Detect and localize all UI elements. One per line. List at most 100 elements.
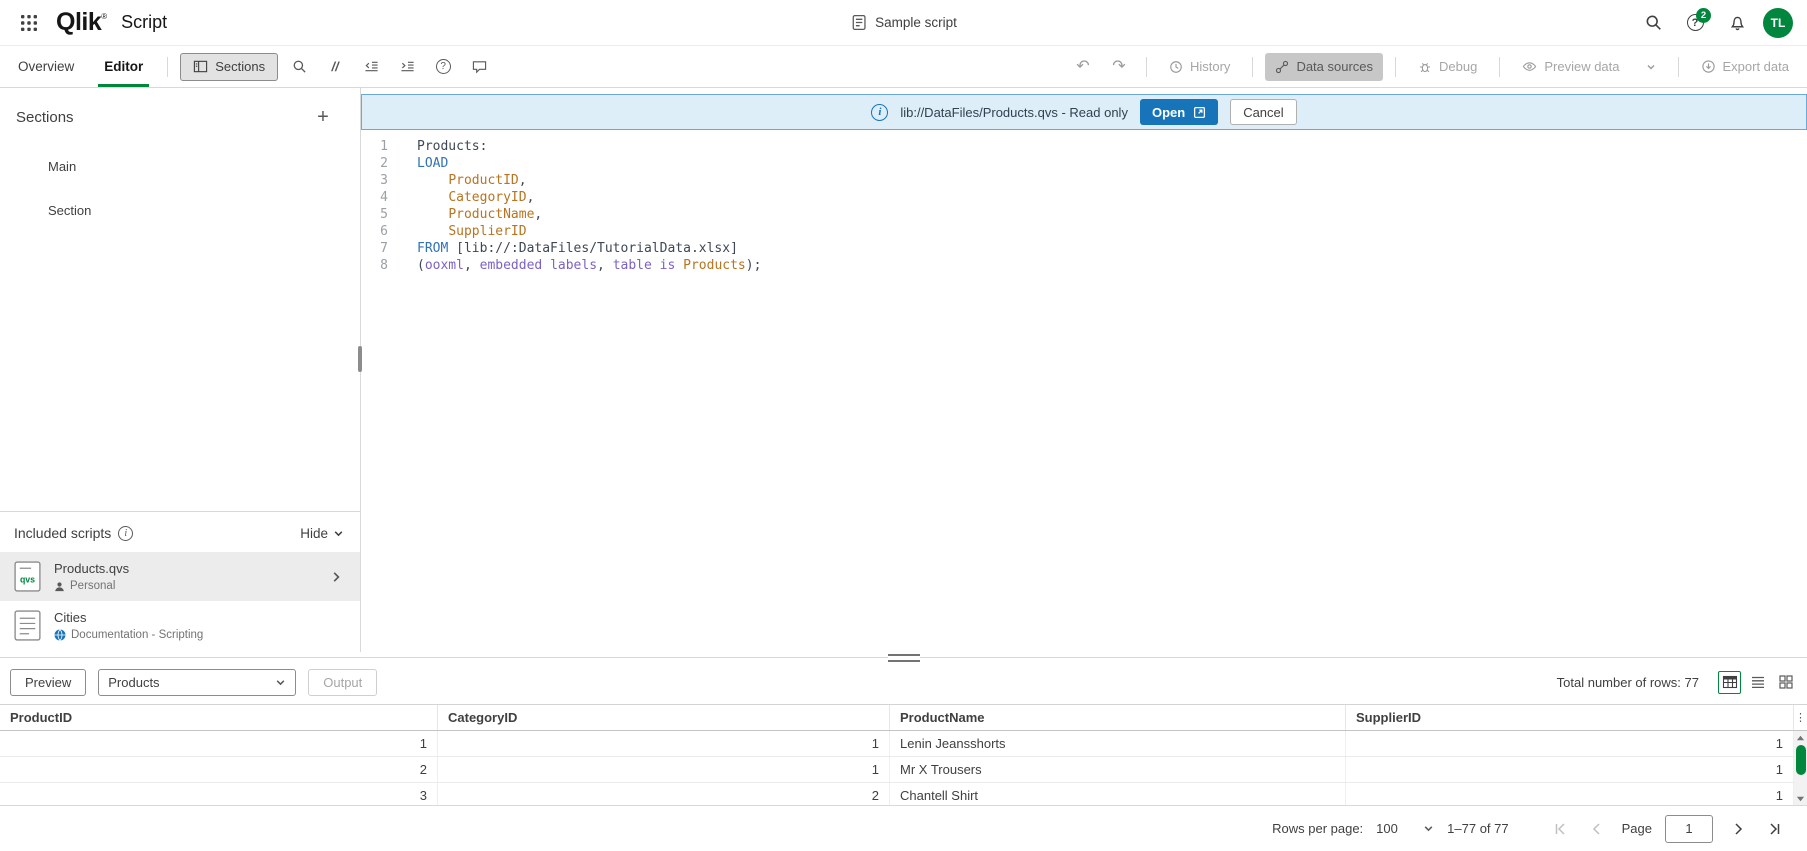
splitter-grip-icon [888,654,920,662]
table-cell: 1 [438,757,890,782]
chevron-left-icon [1590,822,1604,836]
add-section-button[interactable]: + [310,104,336,130]
code-lines: 1Products:2LOAD3 ProductID,4 CategoryID,… [361,138,1807,274]
code-line[interactable]: 6 SupplierID [361,223,1807,240]
syntax-help-button[interactable]: ? [428,53,458,81]
column-header[interactable]: ProductID [0,705,438,730]
scroll-down-button[interactable] [1794,792,1807,805]
table-selector-value: Products [108,675,159,690]
table-view-button[interactable] [1718,671,1741,694]
page-number-input[interactable] [1665,815,1713,843]
grid-view-button[interactable] [1774,671,1797,694]
data-sources-label: Data sources [1296,59,1373,74]
table-scrollbar[interactable] [1794,731,1807,805]
column-header[interactable]: ProductName [890,705,1346,730]
help-button[interactable]: ? 2 [1679,7,1711,39]
column-header[interactable]: SupplierID [1346,705,1794,730]
export-icon [1701,59,1716,74]
section-item-main[interactable]: Main [0,144,360,188]
open-button[interactable]: Open [1140,99,1218,125]
section-item-section[interactable]: Section [0,188,360,232]
table-cell: Mr X Trousers [890,757,1346,782]
undo-icon: ↶ [1076,59,1089,75]
code-line[interactable]: 2LOAD [361,155,1807,172]
outdent-button[interactable] [356,53,386,81]
search-code-button[interactable] [284,53,314,81]
code-text: ProductName, [401,206,542,223]
preview-button[interactable]: Preview [10,669,86,696]
notification-badge: 2 [1696,8,1711,23]
panel-splitter[interactable] [0,652,1807,664]
history-button[interactable]: History [1159,53,1240,81]
preview-panel: Preview Products Output Total number of … [0,664,1807,851]
comment-bubble-button[interactable] [464,53,494,81]
bell-icon [1729,14,1746,31]
undo-button[interactable]: ↶ [1068,53,1098,81]
code-editor[interactable]: 1Products:2LOAD3 ProductID,4 CategoryID,… [361,130,1807,652]
debug-bug-icon [1418,60,1432,74]
user-avatar[interactable]: TL [1763,8,1793,38]
info-icon[interactable]: i [118,526,133,541]
included-script-cities[interactable]: Cities Documentation - Scripting [0,601,360,650]
output-button[interactable]: Output [308,669,377,696]
divider [1252,57,1253,77]
chevron-down-icon [333,528,344,539]
preview-data-menu-button[interactable] [1636,53,1666,81]
table-selector-dropdown[interactable]: Products [98,669,296,696]
table-row[interactable]: 21Mr X Trousers1 [0,757,1794,783]
banner-message: lib://DataFiles/Products.qvs - Read only [900,105,1128,120]
export-data-button[interactable]: Export data [1691,53,1800,81]
included-script-products[interactable]: qvs Products.qvs Personal [0,552,360,601]
code-line[interactable]: 5 ProductName, [361,206,1807,223]
scroll-up-button[interactable] [1794,731,1807,744]
preview-eye-icon [1522,59,1537,74]
column-header[interactable]: CategoryID [438,705,890,730]
open-label: Open [1152,105,1185,120]
redo-button[interactable]: ↷ [1104,53,1134,81]
tab-editor[interactable]: Editor [92,46,155,87]
list-view-button[interactable] [1746,671,1769,694]
line-number: 1 [361,138,401,155]
qlik-script-app: Qlik® Script Sample script ? 2 [0,0,1807,851]
grid-view-icon [1778,674,1794,690]
hide-included-button[interactable]: Hide [300,526,344,541]
data-sources-icon [1275,60,1289,74]
sections-toggle-button[interactable]: Sections [180,53,278,81]
scrollbar-track[interactable] [1794,744,1807,792]
next-page-button[interactable] [1726,817,1750,841]
data-sources-button[interactable]: Data sources [1265,53,1383,81]
preview-table: ProductIDCategoryIDProductNameSupplierID… [0,704,1807,805]
table-row[interactable]: 32Chantell Shirt1 [0,783,1794,805]
code-text: LOAD [401,155,448,172]
history-label: History [1190,59,1230,74]
editor-toolbar: Overview Editor Sections // [0,46,1807,88]
tab-overview[interactable]: Overview [6,46,86,87]
script-file-icon [850,14,867,31]
code-line[interactable]: 4 CategoryID, [361,189,1807,206]
code-line[interactable]: 3 ProductID, [361,172,1807,189]
previous-page-button[interactable] [1585,817,1609,841]
code-line[interactable]: 7FROM [lib://:DataFiles/TutorialData.xls… [361,240,1807,257]
cancel-button[interactable]: Cancel [1230,99,1296,125]
rows-per-page-label: Rows per page: [1272,821,1363,836]
comment-toggle-button[interactable]: // [320,53,350,81]
indent-button[interactable] [392,53,422,81]
document-title-group[interactable]: Sample script [850,14,957,31]
code-line[interactable]: 8(ooxml, embedded labels, table is Produ… [361,257,1807,274]
rows-per-page-dropdown[interactable]: 100 [1376,821,1434,836]
column-menu-icon[interactable]: ⋮ [1794,705,1807,730]
hide-label: Hide [300,526,328,541]
notifications-button[interactable] [1721,7,1753,39]
search-button[interactable] [1637,7,1669,39]
last-page-button[interactable] [1763,817,1787,841]
divider [1499,57,1500,77]
table-row[interactable]: 11Lenin Jeansshorts1 [0,731,1794,757]
preview-data-button[interactable]: Preview data [1512,53,1629,81]
debug-button[interactable]: Debug [1408,53,1487,81]
qlik-logo[interactable]: Qlik® [56,8,107,37]
code-line[interactable]: 1Products: [361,138,1807,155]
sidebar-resize-handle[interactable] [358,346,362,372]
scrollbar-thumb[interactable] [1796,745,1806,775]
app-launcher-button[interactable] [14,8,44,38]
first-page-button[interactable] [1548,817,1572,841]
